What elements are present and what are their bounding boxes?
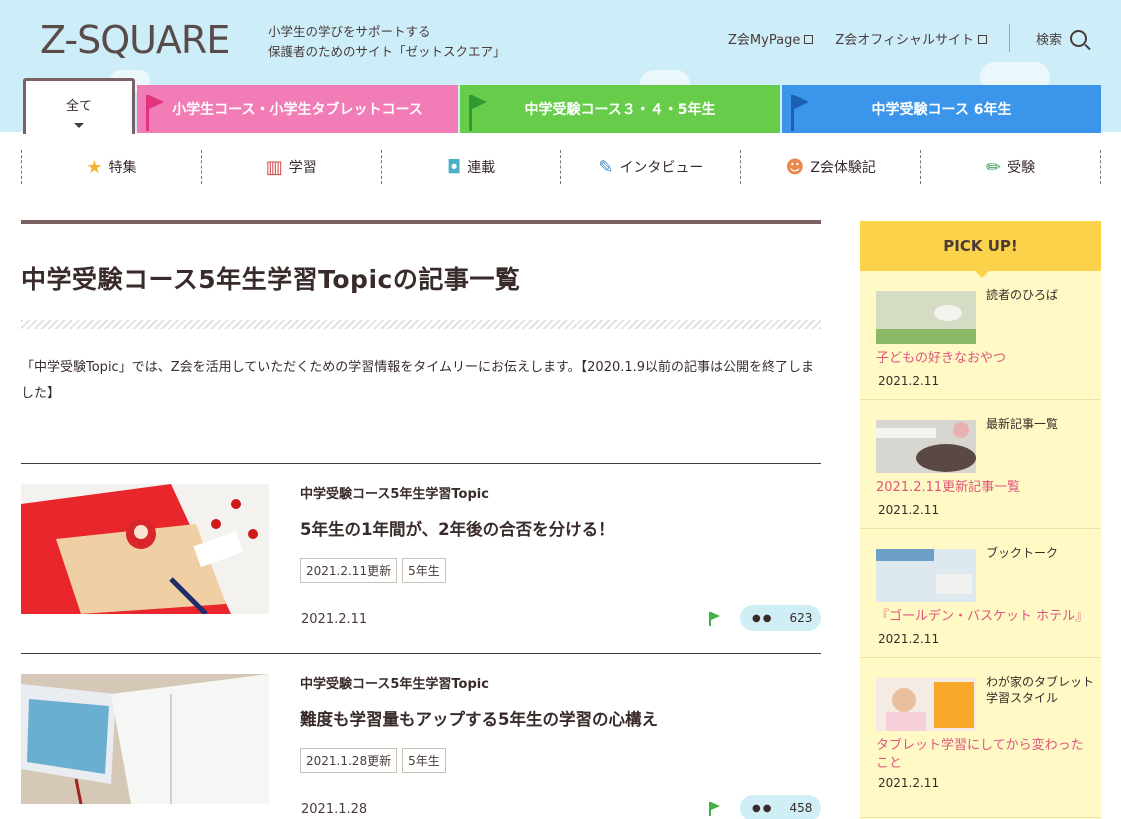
- star-icon: ★: [86, 156, 103, 178]
- pickup-heading: PICK UP!: [860, 221, 1101, 278]
- official-site-link[interactable]: Z会オフィシャルサイト: [835, 29, 987, 48]
- article-category[interactable]: 中学受験コース5年生学習Topic: [300, 673, 489, 692]
- category-tokushu[interactable]: ★ 特集: [22, 150, 202, 184]
- pickup-sidebar: PICK UP! 読者のひろば 子どもの好きなおやつ 2021.2.11 最新記…: [860, 221, 1101, 819]
- flag-icon: [146, 95, 164, 131]
- eyes-icon: ●●: [752, 612, 774, 624]
- pickup-title[interactable]: タブレット学習にしてから変わったこと: [876, 737, 1091, 773]
- pickup-category: ブックトーク: [986, 546, 1059, 560]
- pickup-date: 2021.2.11: [878, 632, 940, 646]
- pickup-thumbnail[interactable]: [876, 549, 976, 602]
- flag-icon: [709, 802, 720, 816]
- pickup-title[interactable]: 2021.2.11更新記事一覧: [876, 479, 1091, 497]
- eyes-icon: ●●: [752, 802, 774, 814]
- view-count-badge: ●● 623: [740, 605, 821, 631]
- caret-down-icon: [74, 123, 84, 128]
- pickup-item[interactable]: 最新記事一覧 2021.2.11更新記事一覧 2021.2.11: [860, 400, 1101, 529]
- category-rensai[interactable]: ◘ 連載: [382, 150, 562, 184]
- pencil-icon: ✏: [986, 156, 1002, 178]
- tag-grade[interactable]: 5年生: [402, 748, 446, 773]
- search-button[interactable]: 検索: [1036, 29, 1087, 48]
- category-juken[interactable]: ✏ 受験: [921, 150, 1101, 184]
- pickup-thumbnail[interactable]: [876, 420, 976, 473]
- pickup-item[interactable]: わが家のタブレット学習スタイル タブレット学習にしてから変わったこと 2021.…: [860, 658, 1101, 818]
- external-link-icon: [804, 34, 814, 44]
- pickup-category: 読者のひろば: [986, 288, 1059, 302]
- category-gakushu[interactable]: ▥ 学習: [202, 150, 382, 184]
- pickup-category: わが家のタブレット学習スタイル: [986, 675, 1095, 705]
- search-icon: [1070, 29, 1087, 47]
- tag-updated[interactable]: 2021.2.11更新: [300, 558, 398, 583]
- site-logo[interactable]: Z-SQUARE: [40, 18, 230, 62]
- pickup-date: 2021.2.11: [878, 374, 940, 388]
- flag-icon: [709, 612, 720, 626]
- top-links: Z会MyPage Z会オフィシャルサイト 検索: [728, 24, 1087, 52]
- flag-icon: [469, 95, 487, 131]
- tab-elementary-course[interactable]: 小学生コース・小学生タブレットコース: [137, 85, 458, 133]
- main-content: 中学受験コース5年生学習Topicの記事一覧 「中学受験Topic」では、Z会を…: [21, 220, 821, 819]
- article-date: 2021.2.11: [301, 612, 368, 627]
- pickup-item[interactable]: ブックトーク 『ゴールデン・バスケット ホテル』 2021.2.11: [860, 529, 1101, 658]
- category-interview[interactable]: ✎ インタビュー: [561, 150, 742, 184]
- divider: [1008, 24, 1010, 52]
- article-card[interactable]: 中学受験コース5年生学習Topic 難度も学習量もアップする5年生の学習の心構え…: [21, 654, 821, 819]
- books-icon: ▥: [265, 156, 283, 178]
- category-nav: ★ 特集 ▥ 学習 ◘ 連載 ✎ インタビュー ☻ Z会体験記 ✏ 受験: [21, 150, 1101, 184]
- tab-juken-345[interactable]: 中学受験コース３・４・5年生: [460, 85, 780, 133]
- article-thumbnail[interactable]: [21, 674, 269, 804]
- external-link-icon: [977, 34, 987, 44]
- article-tags: 2021.1.28更新 5年生: [300, 748, 451, 773]
- article-category[interactable]: 中学受験コース5年生学習Topic: [300, 483, 489, 502]
- pickup-date: 2021.2.11: [878, 776, 940, 790]
- pickup-category: 最新記事一覧: [986, 417, 1059, 431]
- pickup-title[interactable]: 『ゴールデン・バスケット ホテル』: [876, 608, 1091, 626]
- people-icon: ☻: [785, 156, 805, 178]
- cup-icon: ◘: [446, 156, 462, 178]
- tag-updated[interactable]: 2021.1.28更新: [300, 748, 398, 773]
- view-count-badge: ●● 458: [740, 795, 821, 819]
- article-tags: 2021.2.11更新 5年生: [300, 558, 451, 583]
- title-bar: [21, 220, 821, 224]
- page-description: 「中学受験Topic」では、Z会を活用していただくための学習情報をタイムリーにお…: [21, 360, 815, 401]
- pickup-date: 2021.2.11: [878, 503, 940, 517]
- page-title: 中学受験コース5年生学習Topicの記事一覧: [21, 265, 521, 294]
- flag-icon: [791, 95, 809, 131]
- stripe-divider: [21, 320, 821, 329]
- category-taikenki[interactable]: ☻ Z会体験記: [741, 150, 922, 184]
- pickup-thumbnail[interactable]: [876, 678, 976, 731]
- tab-juken-6[interactable]: 中学受験コース 6年生: [782, 85, 1101, 133]
- mypage-link[interactable]: Z会MyPage: [728, 29, 814, 48]
- tag-grade[interactable]: 5年生: [402, 558, 446, 583]
- pickup-title[interactable]: 子どもの好きなおやつ: [876, 350, 1091, 368]
- article-thumbnail[interactable]: [21, 484, 269, 614]
- article-card[interactable]: 中学受験コース5年生学習Topic 5年生の1年間が、2年後の合否を分ける！ 2…: [21, 464, 821, 653]
- article-title[interactable]: 5年生の1年間が、2年後の合否を分ける！: [300, 516, 615, 540]
- microphone-icon: ✎: [598, 156, 614, 178]
- tab-all[interactable]: 全て: [23, 78, 135, 134]
- pickup-item[interactable]: 読者のひろば 子どもの好きなおやつ 2021.2.11: [860, 271, 1101, 400]
- pickup-thumbnail[interactable]: [876, 291, 976, 344]
- article-date: 2021.1.28: [301, 802, 368, 817]
- article-title[interactable]: 難度も学習量もアップする5年生の学習の心構え: [300, 706, 658, 730]
- site-tagline: 小学生の学びをサポートする 保護者のためのサイト「ゼットスクエア」: [268, 24, 506, 59]
